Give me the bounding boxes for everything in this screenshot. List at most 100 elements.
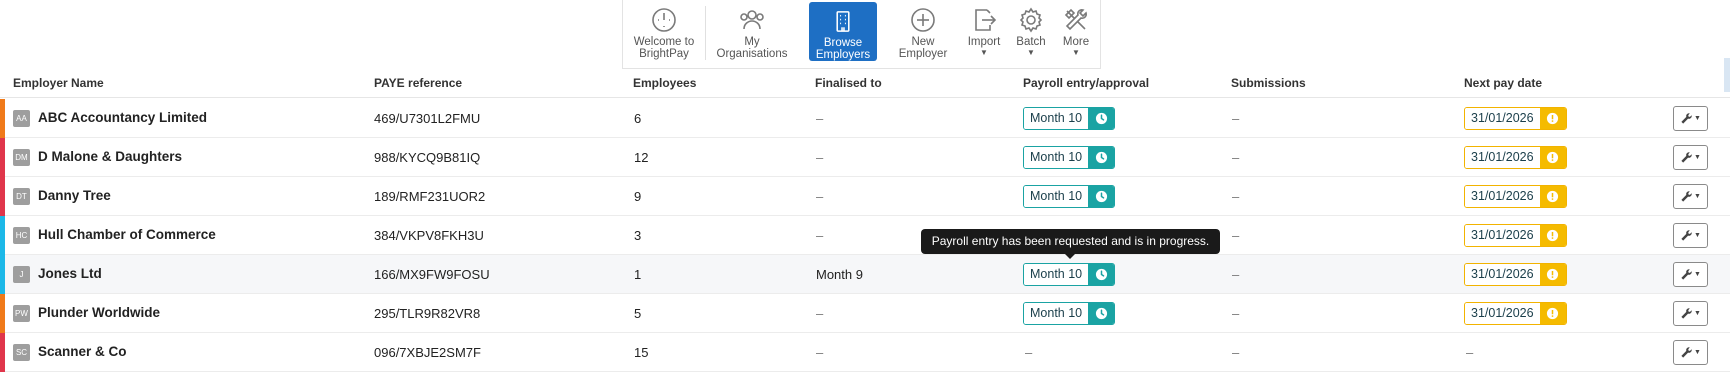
row-color-stripe — [0, 333, 5, 372]
column-employees[interactable]: Employees — [633, 76, 696, 90]
my-organisations-button[interactable]: My Organisations — [709, 0, 795, 62]
wrench-icon — [1681, 191, 1692, 202]
wrench-icon — [1681, 152, 1692, 163]
my-organisations-label: My Organisations — [716, 36, 788, 60]
submissions: – — [1232, 228, 1240, 243]
chevron-down-icon: ▼ — [1694, 154, 1701, 161]
payroll-period: Month 10 — [1024, 108, 1089, 129]
column-employer-name[interactable]: Employer Name — [13, 76, 104, 90]
employer-name[interactable]: D Malone & Daughters — [38, 149, 182, 164]
alert-icon — [1546, 307, 1559, 320]
table-row[interactable]: DM D Malone & Daughters 988/KYCQ9B81IQ 12 – M… — [0, 138, 1730, 177]
row-actions-button[interactable]: ▼ — [1673, 340, 1708, 365]
next-pay-date: 31/01/2026 — [1465, 108, 1540, 129]
avatar: HC — [13, 227, 30, 244]
row-color-stripe — [0, 255, 5, 294]
row-actions-button[interactable]: ▼ — [1673, 106, 1708, 131]
alert-icon — [1546, 268, 1559, 281]
chevron-down-icon: ▼ — [1027, 48, 1035, 57]
payroll-status-badge[interactable]: Month 10 — [1023, 263, 1116, 286]
row-color-stripe — [0, 294, 5, 333]
next-pay-date-badge[interactable]: 31/01/2026 — [1464, 107, 1567, 130]
employee-count: 3 — [634, 228, 642, 243]
avatar: DT — [13, 188, 30, 205]
welcome-label: Welcome to BrightPay — [633, 36, 695, 60]
dashboard-icon — [652, 8, 676, 32]
toolbar-divider — [705, 6, 706, 60]
wrench-icon — [1681, 113, 1692, 124]
next-pay-date: 31/01/2026 — [1465, 186, 1540, 207]
paye-reference: 988/KYCQ9B81IQ — [374, 150, 481, 165]
column-paye-reference[interactable]: PAYE reference — [374, 76, 462, 90]
row-actions-button[interactable]: ▼ — [1673, 145, 1708, 170]
chevron-down-icon: ▼ — [1694, 271, 1701, 278]
new-employer-label: New Employer — [898, 36, 948, 60]
employer-name[interactable]: Hull Chamber of Commerce — [38, 227, 216, 242]
alert-icon — [1546, 112, 1559, 125]
column-finalised-to[interactable]: Finalised to — [815, 76, 882, 90]
gear-icon — [1019, 7, 1043, 33]
table-row[interactable]: HC Hull Chamber of Commerce 384/VKPV8FKH3U… — [0, 216, 1730, 255]
next-pay-date: 31/01/2026 — [1465, 225, 1540, 246]
row-color-stripe — [0, 99, 5, 138]
row-actions-button[interactable]: ▼ — [1673, 262, 1708, 287]
row-actions-button[interactable]: ▼ — [1673, 301, 1708, 326]
payroll-status-badge[interactable]: Month 10 — [1023, 185, 1116, 208]
payroll-status-badge[interactable]: Month 10 — [1023, 107, 1116, 130]
welcome-button[interactable]: Welcome to BrightPay — [628, 0, 700, 62]
employer-name[interactable]: Scanner & Co — [38, 344, 127, 359]
next-pay-date: 31/01/2026 — [1465, 264, 1540, 285]
table-row[interactable]: AA ABC Accountancy Limited 469/U7301L2FMU 6… — [0, 99, 1730, 138]
payroll-tooltip: Payroll entry has been requested and is … — [921, 229, 1220, 259]
employer-name[interactable]: ABC Accountancy Limited — [38, 110, 207, 125]
submissions: – — [1232, 345, 1240, 360]
tools-icon — [1064, 8, 1087, 31]
column-payroll-entry[interactable]: Payroll entry/approval — [1023, 76, 1149, 90]
paye-reference: 469/U7301L2FMU — [374, 111, 481, 126]
column-submissions[interactable]: Submissions — [1231, 76, 1306, 90]
payroll-cell: – — [1025, 345, 1033, 360]
payroll-status-badge[interactable]: Month 10 — [1023, 146, 1116, 169]
alert-icon — [1546, 229, 1559, 242]
clock-icon — [1095, 190, 1107, 203]
next-pay-date-badge[interactable]: 31/01/2026 — [1464, 263, 1567, 286]
table-row[interactable]: SC Scanner & Co 096/7XBJE2SM7F 15 – – – – ▼ — [0, 333, 1730, 372]
employee-count: 1 — [634, 267, 642, 282]
wrench-icon — [1681, 269, 1692, 280]
clock-icon — [1095, 268, 1107, 281]
next-pay-date-badge[interactable]: 31/01/2026 — [1464, 224, 1567, 247]
row-color-stripe — [0, 138, 5, 177]
import-icon — [975, 9, 997, 31]
finalised-to: – — [816, 189, 824, 204]
paye-reference: 166/MX9FW9FOSU — [374, 267, 490, 282]
browse-employers-button[interactable]: Browse Employers — [809, 2, 877, 61]
plus-circle-icon — [911, 8, 935, 32]
submissions: – — [1232, 189, 1240, 204]
submissions: – — [1232, 150, 1240, 165]
employer-name[interactable]: Plunder Worldwide — [38, 305, 160, 320]
table-row[interactable]: DT Danny Tree 189/RMF231UOR2 9 – Month 10 – 31/… — [0, 177, 1730, 216]
next-pay-date: – — [1466, 345, 1474, 360]
batch-button[interactable]: Batch ▼ — [1009, 0, 1053, 62]
more-button[interactable]: More ▼ — [1054, 0, 1098, 62]
paye-reference: 384/VKPV8FKH3U — [374, 228, 484, 243]
chevron-down-icon: ▼ — [1694, 193, 1701, 200]
next-pay-date-badge[interactable]: 31/01/2026 — [1464, 185, 1567, 208]
next-pay-date-badge[interactable]: 31/01/2026 — [1464, 302, 1567, 325]
row-actions-button[interactable]: ▼ — [1673, 223, 1708, 248]
top-toolbar: Welcome to BrightPay My Organisations Br… — [622, 0, 1101, 69]
alert-icon — [1546, 190, 1559, 203]
table-row[interactable]: PW Plunder Worldwide 295/TLR9R82VR8 5 – Month… — [0, 294, 1730, 333]
submissions: – — [1232, 306, 1240, 321]
row-actions-button[interactable]: ▼ — [1673, 184, 1708, 209]
employer-name[interactable]: Danny Tree — [38, 188, 111, 203]
next-pay-date-badge[interactable]: 31/01/2026 — [1464, 146, 1567, 169]
import-button[interactable]: Import ▼ — [961, 0, 1007, 62]
employer-name[interactable]: Jones Ltd — [38, 266, 102, 281]
employee-count: 12 — [634, 150, 649, 165]
paye-reference: 295/TLR9R82VR8 — [374, 306, 481, 321]
column-next-pay-date[interactable]: Next pay date — [1464, 76, 1542, 90]
table-row[interactable]: J Jones Ltd 166/MX9FW9FOSU 1 Month 9 Month 10… — [0, 255, 1730, 294]
new-employer-button[interactable]: New Employer — [890, 0, 956, 62]
payroll-status-badge[interactable]: Month 10 — [1023, 302, 1116, 325]
